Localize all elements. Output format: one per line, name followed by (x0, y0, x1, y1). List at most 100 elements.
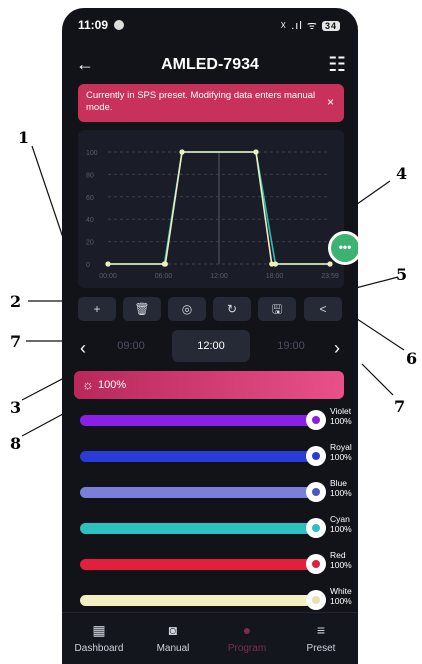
chevron-right-icon[interactable]: › (334, 338, 340, 359)
battery-icon: 34 (321, 21, 340, 31)
close-icon[interactable]: × (327, 96, 334, 108)
channel-violet: Violet 100% (80, 406, 358, 436)
time-point-nav: ‹ 09:00 12:00 19:00 › (62, 330, 358, 366)
channel-value: 100% (330, 452, 352, 462)
bottom-nav: ▦ Dashboard ◙ Manual ● Program ≡ Preset (62, 612, 358, 664)
y-tick-label: 40 (86, 217, 94, 224)
y-tick-label: 20 (86, 240, 94, 247)
channel-knob[interactable] (306, 410, 326, 430)
channel-track[interactable] (80, 523, 312, 534)
status-time: 11:09 (78, 18, 109, 32)
save-button[interactable]: 🖫 (258, 297, 296, 321)
callout-7-left: 7 (10, 332, 22, 351)
x-tick-label: 00:00 (99, 273, 117, 280)
channel-name: Red (330, 550, 346, 560)
more-fab-button[interactable]: ••• (328, 231, 358, 265)
channel-value: 100% (330, 560, 352, 570)
signal-wifi-icon: ☓ .ıl ᯤ (280, 20, 318, 32)
status-bar: 11:09 ☓ .ıl ᯤ 34 (62, 8, 358, 42)
nav-label: Manual (156, 643, 190, 654)
callout-2: 2 (10, 292, 22, 311)
channel-label: Royal 100% (330, 442, 352, 462)
channel-red: Red 100% (80, 550, 358, 580)
chart-toolbar: + 🗑 ◎ ↻ 🖫 < (78, 297, 344, 323)
channel-royal: Royal 100% (80, 442, 358, 472)
knob-dot (312, 560, 320, 568)
channel-name: Royal (330, 442, 352, 452)
knob-dot (312, 416, 320, 424)
callout-5: 5 (396, 265, 408, 284)
channel-name: Blue (330, 478, 348, 488)
channel-value: 100% (330, 524, 352, 534)
channel-knob[interactable] (306, 446, 326, 466)
x-tick-label: 18:00 (266, 273, 284, 280)
channel-knob[interactable] (306, 590, 326, 610)
x-tick-label: 06:00 (155, 273, 173, 280)
nav-preset[interactable]: ≡ Preset (284, 621, 358, 654)
manual-mode-banner: Currently in SPS preset. Modifying data … (78, 84, 344, 122)
callout-1: 1 (18, 128, 30, 147)
nav-label: Preset (306, 643, 336, 654)
delete-button[interactable]: 🗑 (123, 297, 161, 321)
knob-dot (312, 524, 320, 532)
data-point (327, 261, 333, 267)
reset-button[interactable]: ↻ (213, 297, 251, 321)
channel-value: 100% (330, 488, 352, 498)
time-slot-current[interactable]: 12:00 (172, 330, 250, 362)
program-chart[interactable]: 100 80 60 40 20 0 00:00 06:00 12:00 18:00 23:59 (78, 130, 344, 288)
channel-track[interactable] (80, 487, 312, 498)
channel-knob[interactable] (306, 518, 326, 538)
nav-program[interactable]: ● Program (210, 621, 284, 654)
channel-name: Violet (330, 406, 352, 416)
time-slot-prev[interactable]: 09:00 (92, 330, 170, 362)
x-tick-label: 23:59 (321, 273, 339, 280)
focus-button[interactable]: ◎ (168, 297, 206, 321)
data-point (162, 261, 168, 267)
program-icon: ● (242, 622, 252, 638)
channel-knob[interactable] (306, 554, 326, 574)
channel-value: 100% (330, 416, 352, 426)
knob-dot (312, 488, 320, 496)
preset-icon: ≡ (316, 622, 326, 638)
channel-label: Violet 100% (330, 406, 352, 426)
channel-blue: Blue 100% (80, 478, 358, 508)
nav-label: Program (227, 643, 267, 654)
chart-svg[interactable]: 100 80 60 40 20 0 00:00 06:00 12:00 18:00 23:59 (78, 130, 344, 288)
callout-8: 8 (10, 434, 22, 453)
callout-3: 3 (10, 398, 22, 417)
y-tick-label: 100 (86, 150, 98, 157)
nav-dashboard[interactable]: ▦ Dashboard (62, 621, 136, 654)
signal-icons: ☓ .ıl ᯤ 34 (280, 18, 340, 33)
share-button[interactable]: < (304, 297, 342, 321)
channel-label: White 100% (330, 586, 352, 606)
notification-icon (114, 20, 124, 30)
channel-track[interactable] (80, 451, 312, 462)
channel-label: Blue 100% (330, 478, 352, 498)
brightness-bar[interactable]: ☼ 100% (74, 371, 344, 399)
channel-track[interactable] (80, 415, 312, 426)
y-tick-label: 0 (86, 262, 90, 269)
data-point (179, 149, 185, 155)
sun-icon: ☼ (82, 377, 94, 392)
page-title: AMLED-7934 (161, 56, 259, 73)
channel-name: Cyan (330, 514, 350, 524)
channel-track[interactable] (80, 595, 312, 606)
add-point-button[interactable]: + (78, 297, 116, 321)
y-tick-label: 60 (86, 195, 94, 202)
nav-manual[interactable]: ◙ Manual (136, 621, 210, 654)
channel-track[interactable] (80, 559, 312, 570)
knob-dot (312, 452, 320, 460)
settings-sliders-icon[interactable]: ☷ (328, 52, 346, 77)
phone-screen: 11:09 ☓ .ıl ᯤ 34 ← AMLED-7934 ☷ Currentl… (62, 8, 358, 664)
chevron-left-icon[interactable]: ‹ (80, 338, 86, 359)
data-point (105, 261, 111, 267)
time-slot-next[interactable]: 19:00 (252, 330, 330, 362)
title-bar: ← AMLED-7934 ☷ (62, 48, 358, 82)
x-tick-label: 12:00 (210, 273, 228, 280)
y-tick-label: 80 (86, 172, 94, 179)
channel-label: Cyan 100% (330, 514, 352, 534)
dashboard-icon: ▦ (92, 622, 106, 638)
channel-knob[interactable] (306, 482, 326, 502)
brightness-value: 100% (98, 379, 127, 391)
banner-text: Currently in SPS preset. Modifying data … (86, 90, 316, 113)
